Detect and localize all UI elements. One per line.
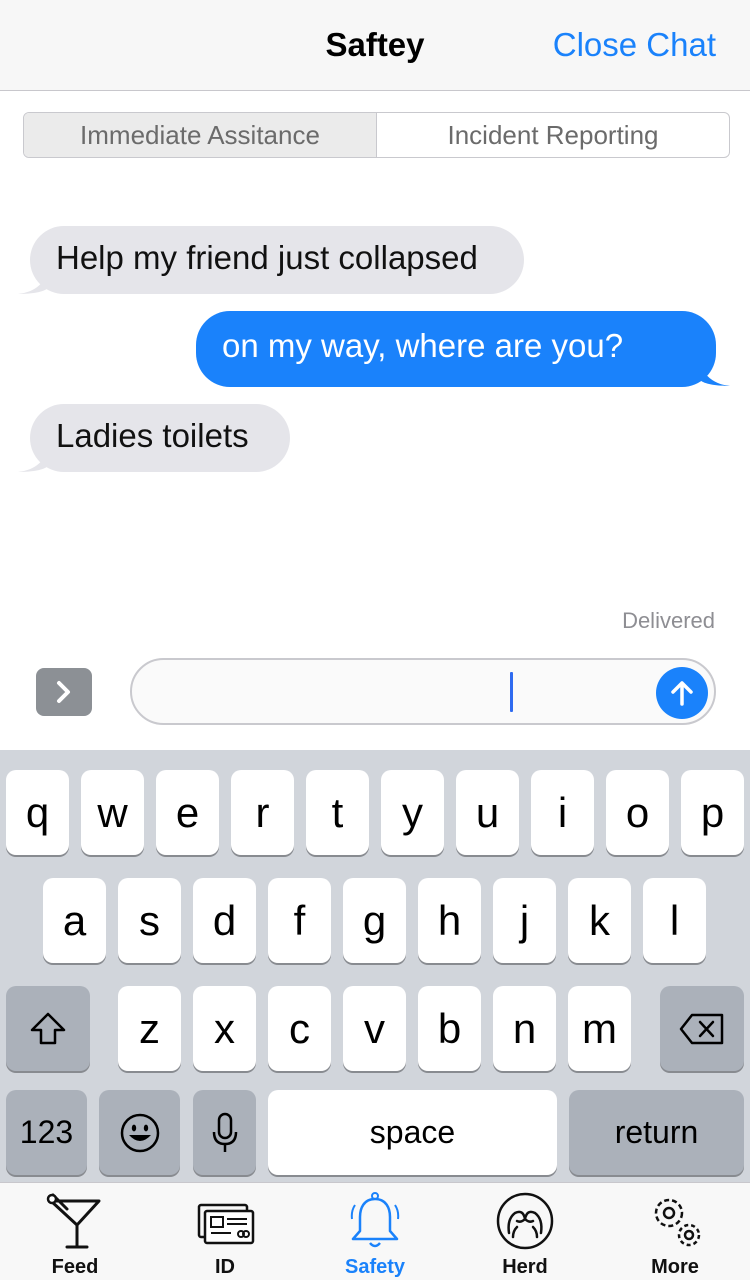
cocktail-icon [46, 1193, 101, 1249]
key-n[interactable]: n [493, 986, 556, 1071]
space-key[interactable]: space [268, 1090, 557, 1175]
key-t[interactable]: t [306, 770, 369, 855]
key-y[interactable]: y [381, 770, 444, 855]
message-bubble-incoming: Help my friend just collapsed [30, 226, 524, 294]
segment-incident-reporting[interactable]: Incident Reporting [377, 113, 729, 157]
key-k[interactable]: k [568, 878, 631, 963]
key-g[interactable]: g [343, 878, 406, 963]
tab-label: More [651, 1256, 699, 1278]
delete-key[interactable] [660, 986, 744, 1071]
tab-label: Herd [502, 1256, 548, 1278]
bell-icon [350, 1192, 400, 1248]
tab-more[interactable]: More [600, 1183, 750, 1280]
emoji-key[interactable] [99, 1090, 180, 1175]
keyboard: q w e r t y u i o p a s d f g h j k l z … [0, 750, 750, 1182]
tab-label: Safety [344, 1256, 406, 1278]
return-key[interactable]: return [569, 1090, 744, 1175]
key-u[interactable]: u [456, 770, 519, 855]
close-chat-button[interactable]: Close Chat [553, 26, 716, 64]
key-z[interactable]: z [118, 986, 181, 1071]
numbers-key[interactable]: 123 [6, 1090, 87, 1175]
segment-immediate-assistance[interactable]: Immediate Assitance [24, 113, 377, 157]
key-h[interactable]: h [418, 878, 481, 963]
key-m[interactable]: m [568, 986, 631, 1071]
key-q[interactable]: q [6, 770, 69, 855]
gears-icon [654, 1198, 701, 1247]
send-button[interactable] [656, 667, 708, 719]
shift-key[interactable] [6, 986, 90, 1071]
text-cursor [510, 672, 513, 712]
key-p[interactable]: p [681, 770, 744, 855]
key-c[interactable]: c [268, 986, 331, 1071]
key-s[interactable]: s [118, 878, 181, 963]
key-f[interactable]: f [268, 878, 331, 963]
key-i[interactable]: i [531, 770, 594, 855]
tab-label: Feed [51, 1256, 99, 1278]
key-d[interactable]: d [193, 878, 256, 963]
key-l[interactable]: l [643, 878, 706, 963]
expand-button[interactable] [36, 668, 92, 716]
key-x[interactable]: x [193, 986, 256, 1071]
key-e[interactable]: e [156, 770, 219, 855]
tab-label: ID [215, 1256, 235, 1278]
tab-id[interactable]: ID [150, 1183, 300, 1280]
key-a[interactable]: a [43, 878, 106, 963]
key-o[interactable]: o [606, 770, 669, 855]
tab-safety[interactable]: Safety [300, 1183, 450, 1280]
tab-herd[interactable]: Herd [450, 1183, 600, 1280]
key-v[interactable]: v [343, 986, 406, 1071]
emoji-icon [120, 1113, 159, 1152]
microphone-icon [212, 1112, 237, 1152]
herd-icon [496, 1192, 554, 1250]
message-bubble-incoming: Ladies toilets [30, 404, 290, 472]
chevron-right-icon [57, 681, 70, 703]
key-r[interactable]: r [231, 770, 294, 855]
message-bubble-outgoing: on my way, where are you? [196, 311, 716, 387]
backspace-icon [679, 1013, 724, 1044]
tab-feed[interactable]: Feed [0, 1183, 150, 1280]
dictation-key[interactable] [193, 1090, 256, 1175]
key-b[interactable]: b [418, 986, 481, 1071]
delivered-status: Delivered [622, 608, 715, 633]
message-input[interactable] [130, 658, 716, 725]
tab-bar: Feed ID Safety Herd More [0, 1182, 750, 1280]
key-j[interactable]: j [493, 878, 556, 963]
id-card-icon [197, 1203, 255, 1245]
shift-icon [30, 1012, 66, 1044]
segmented-control: Immediate Assitance Incident Reporting [23, 112, 730, 158]
key-w[interactable]: w [81, 770, 144, 855]
arrow-up-icon [671, 681, 693, 706]
navigation-bar: Saftey Close Chat [0, 0, 750, 91]
